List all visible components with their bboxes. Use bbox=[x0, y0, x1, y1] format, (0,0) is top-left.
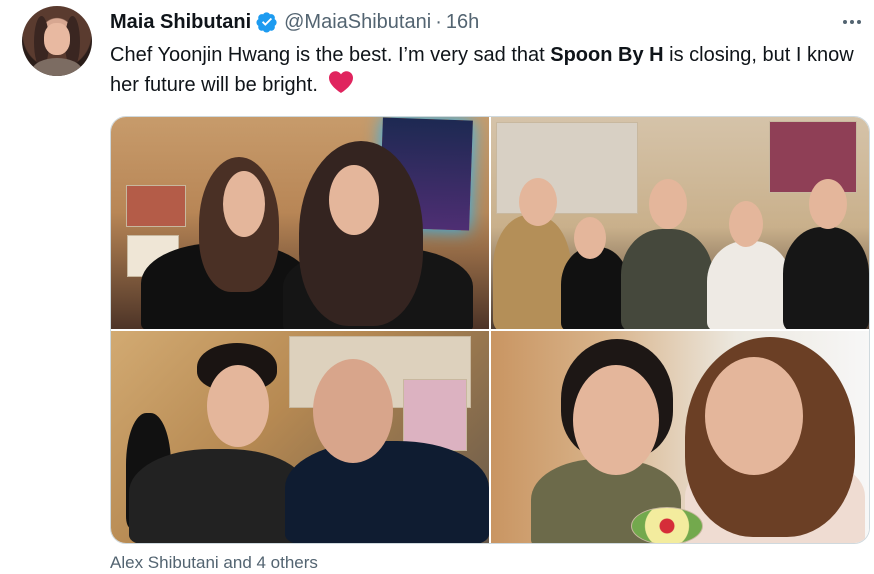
tweet-text-prefix: Chef Yoonjin Hwang is the best. I’m very… bbox=[110, 44, 551, 66]
red-heart-emoji-icon bbox=[329, 71, 354, 93]
more-dot-2 bbox=[850, 20, 854, 24]
photo-2-face-3 bbox=[649, 179, 687, 229]
liked-by-summary[interactable]: Alex Shibutani and 4 others bbox=[110, 553, 318, 573]
photo-2-wall-photos-right bbox=[769, 121, 857, 193]
photo-2-face-5 bbox=[809, 179, 847, 229]
more-options-icon[interactable] bbox=[840, 10, 864, 34]
photo-2-face-4 bbox=[729, 201, 763, 247]
photo-3-person-left bbox=[129, 449, 309, 543]
photo-3[interactable] bbox=[111, 331, 489, 543]
more-dot-3 bbox=[857, 20, 861, 24]
photo-4[interactable] bbox=[491, 331, 869, 543]
photo-1[interactable] bbox=[111, 117, 489, 329]
photo-3-person-right bbox=[285, 441, 489, 543]
author-handle[interactable]: @MaiaShibutani bbox=[284, 11, 431, 34]
photo-2-face-2 bbox=[574, 217, 606, 259]
avatar-face bbox=[44, 23, 70, 55]
photo-2-person-4 bbox=[707, 241, 791, 329]
photo-4-face-right bbox=[705, 357, 803, 475]
photo-4-flower-bouquet bbox=[631, 507, 703, 543]
author-name[interactable]: Maia Shibutani bbox=[110, 11, 251, 34]
tweet-header: Maia Shibutani @MaiaShibutani · 16h bbox=[110, 10, 479, 34]
photo-2[interactable] bbox=[491, 117, 869, 329]
more-dot-1 bbox=[843, 20, 847, 24]
photo-2-person-5 bbox=[783, 227, 869, 329]
profile-avatar[interactable] bbox=[22, 6, 92, 76]
tweet-text: Chef Yoonjin Hwang is the best. I’m very… bbox=[110, 41, 870, 100]
photo-1-wall-art bbox=[126, 185, 186, 227]
photo-4-face-left bbox=[573, 365, 659, 475]
photo-2-person-2 bbox=[561, 247, 629, 329]
photo-1-face-left bbox=[223, 171, 265, 237]
photo-3-face-left bbox=[207, 365, 269, 447]
photo-2-person-3 bbox=[621, 229, 713, 329]
meta-separator: · bbox=[435, 10, 442, 33]
photo-2-wall-photos bbox=[496, 122, 638, 214]
media-grid bbox=[110, 116, 870, 544]
photo-2-person-1 bbox=[493, 215, 571, 329]
photo-2-face-1 bbox=[519, 178, 557, 226]
post-time[interactable]: 16h bbox=[446, 11, 479, 34]
restaurant-name: Spoon By H bbox=[550, 44, 664, 66]
photo-3-poster bbox=[403, 379, 467, 451]
photo-3-face-right bbox=[313, 359, 393, 463]
verified-badge-icon bbox=[256, 12, 277, 33]
photo-1-face-right bbox=[329, 165, 379, 235]
